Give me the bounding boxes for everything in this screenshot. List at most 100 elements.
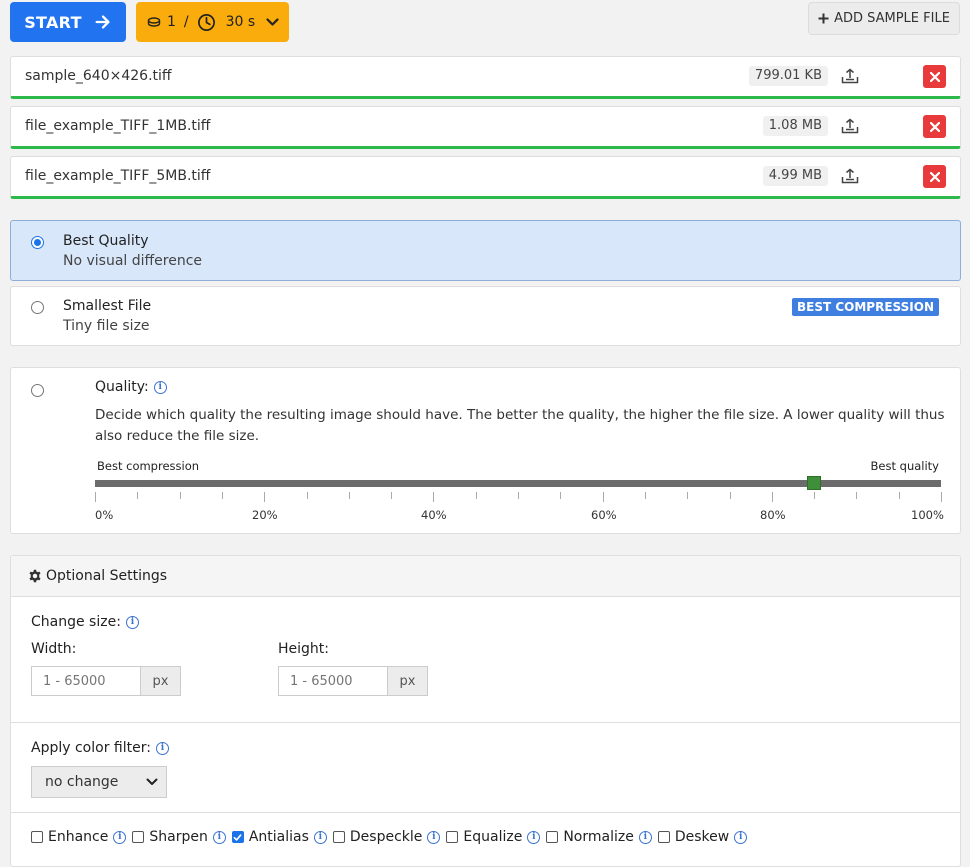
download-icon[interactable] (839, 165, 861, 187)
filter-sharpen[interactable]: Sharpen i (132, 829, 226, 845)
height-unit: px (387, 667, 427, 695)
checkbox[interactable] (446, 831, 459, 843)
info-icon[interactable]: i (153, 380, 167, 394)
width-field: px (31, 666, 181, 696)
checkmark-icon (233, 833, 242, 841)
gear-icon (29, 569, 41, 583)
slider-tick (95, 492, 96, 502)
checkbox[interactable] (332, 831, 345, 843)
quality-label: Quality: (95, 379, 149, 395)
height-field: px (278, 666, 428, 696)
credits-separator: / (183, 14, 189, 30)
info-icon[interactable]: i (155, 741, 169, 755)
info-icon[interactable]: i (734, 830, 748, 844)
credits-time: 30 s (225, 14, 256, 30)
checkbox[interactable] (546, 831, 559, 843)
slider-tick (180, 492, 181, 499)
quality-slider-handle[interactable] (807, 476, 821, 490)
file-row: file_example_TIFF_1MB.tiff 1.08 MB (10, 106, 961, 149)
best-quality-radio[interactable] (31, 236, 44, 249)
slider-tick (645, 492, 646, 499)
smallest-file-radio[interactable] (31, 301, 44, 314)
start-button[interactable]: START (10, 2, 126, 42)
filter-label: Antialias (248, 829, 309, 845)
close-icon (929, 171, 940, 182)
option-smallest-file[interactable]: Smallest File Tiny file size BEST COMPRE… (10, 286, 961, 346)
color-filter-value: no change (45, 774, 119, 790)
filter-checkboxes: Enhance i Sharpen i Antialias i Despeckle i Equa… (31, 829, 749, 845)
optional-settings-header[interactable]: Optional Settings (11, 556, 960, 597)
checkbox[interactable] (231, 831, 244, 843)
filter-label: Normalize (563, 829, 634, 845)
info-icon[interactable]: i (427, 830, 441, 844)
slider-tick (307, 492, 308, 499)
width-input[interactable] (32, 667, 140, 695)
clock-icon (197, 13, 215, 31)
filter-despeckle[interactable]: Despeckle i (332, 829, 441, 845)
slider-tick (560, 492, 561, 499)
info-icon[interactable]: i (113, 830, 127, 844)
slider-tick (476, 492, 477, 499)
quality-description: Decide which quality the resulting image… (95, 407, 945, 444)
slider-tick (814, 492, 815, 499)
delete-file-button[interactable] (923, 65, 946, 88)
filter-equalize[interactable]: Equalize i (446, 829, 541, 845)
color-filter-label: Apply color filter: (31, 740, 151, 756)
slider-tick-label: 80% (760, 508, 786, 522)
slider-tick (137, 492, 138, 499)
slider-tick (264, 492, 265, 502)
file-name: file_example_TIFF_1MB.tiff (25, 118, 211, 134)
plus-icon (818, 13, 829, 24)
start-label: START (24, 12, 82, 32)
credits-dropdown[interactable]: 1 / 30 s (136, 2, 289, 42)
credits-count: 1 (167, 14, 176, 30)
info-icon[interactable]: i (638, 830, 652, 844)
checkbox[interactable] (657, 831, 670, 843)
info-icon[interactable]: i (212, 830, 226, 844)
download-icon[interactable] (839, 65, 861, 87)
delete-file-button[interactable] (923, 115, 946, 138)
optional-settings-panel: Optional Settings Change size: i Width: … (10, 555, 961, 867)
filter-label: Equalize (463, 829, 523, 845)
filter-normalize[interactable]: Normalize i (546, 829, 652, 845)
add-sample-label: ADD SAMPLE FILE (834, 11, 950, 26)
change-size-label: Change size: (31, 614, 121, 630)
arrow-right-icon (95, 15, 110, 29)
filter-label: Enhance (48, 829, 109, 845)
color-filter-row: Apply color filter: i (31, 740, 169, 756)
slider-tick (899, 492, 900, 499)
delete-file-button[interactable] (923, 165, 946, 188)
filter-antialias[interactable]: Antialias i (231, 829, 327, 845)
info-icon[interactable]: i (313, 830, 327, 844)
filter-label: Sharpen (149, 829, 208, 845)
checkbox[interactable] (132, 831, 145, 843)
info-icon[interactable]: i (527, 830, 541, 844)
quality-radio[interactable] (31, 384, 44, 397)
option-best-quality[interactable]: Best Quality No visual difference (10, 220, 961, 281)
file-size: 4.99 MB (762, 166, 828, 186)
checkbox[interactable] (31, 831, 43, 843)
optional-settings-title: Optional Settings (46, 568, 168, 584)
slider-tick-label: 20% (252, 508, 278, 522)
color-filter-select[interactable]: no change (31, 766, 167, 798)
slider-tick (222, 492, 223, 499)
height-label: Height: (278, 641, 329, 657)
close-icon (929, 121, 940, 132)
slider-tick-label: 0% (95, 508, 114, 522)
slider-tick (730, 492, 731, 499)
chevron-down-icon (146, 778, 158, 785)
filter-deskew[interactable]: Deskew i (657, 829, 748, 845)
close-icon (929, 71, 940, 82)
slider-right-label: Best quality (870, 459, 939, 473)
slider-tick (856, 492, 857, 499)
height-input[interactable] (279, 667, 387, 695)
slider-tick-label: 60% (591, 508, 617, 522)
filter-label: Deskew (674, 829, 730, 845)
file-name: sample_640×426.tiff (25, 68, 172, 84)
slider-tick (518, 492, 519, 499)
filter-enhance[interactable]: Enhance i (31, 829, 127, 845)
download-icon[interactable] (839, 115, 861, 137)
info-icon[interactable]: i (125, 615, 139, 629)
add-sample-file-button[interactable]: ADD SAMPLE FILE (808, 2, 960, 35)
best-compression-badge: BEST COMPRESSION (792, 298, 939, 316)
